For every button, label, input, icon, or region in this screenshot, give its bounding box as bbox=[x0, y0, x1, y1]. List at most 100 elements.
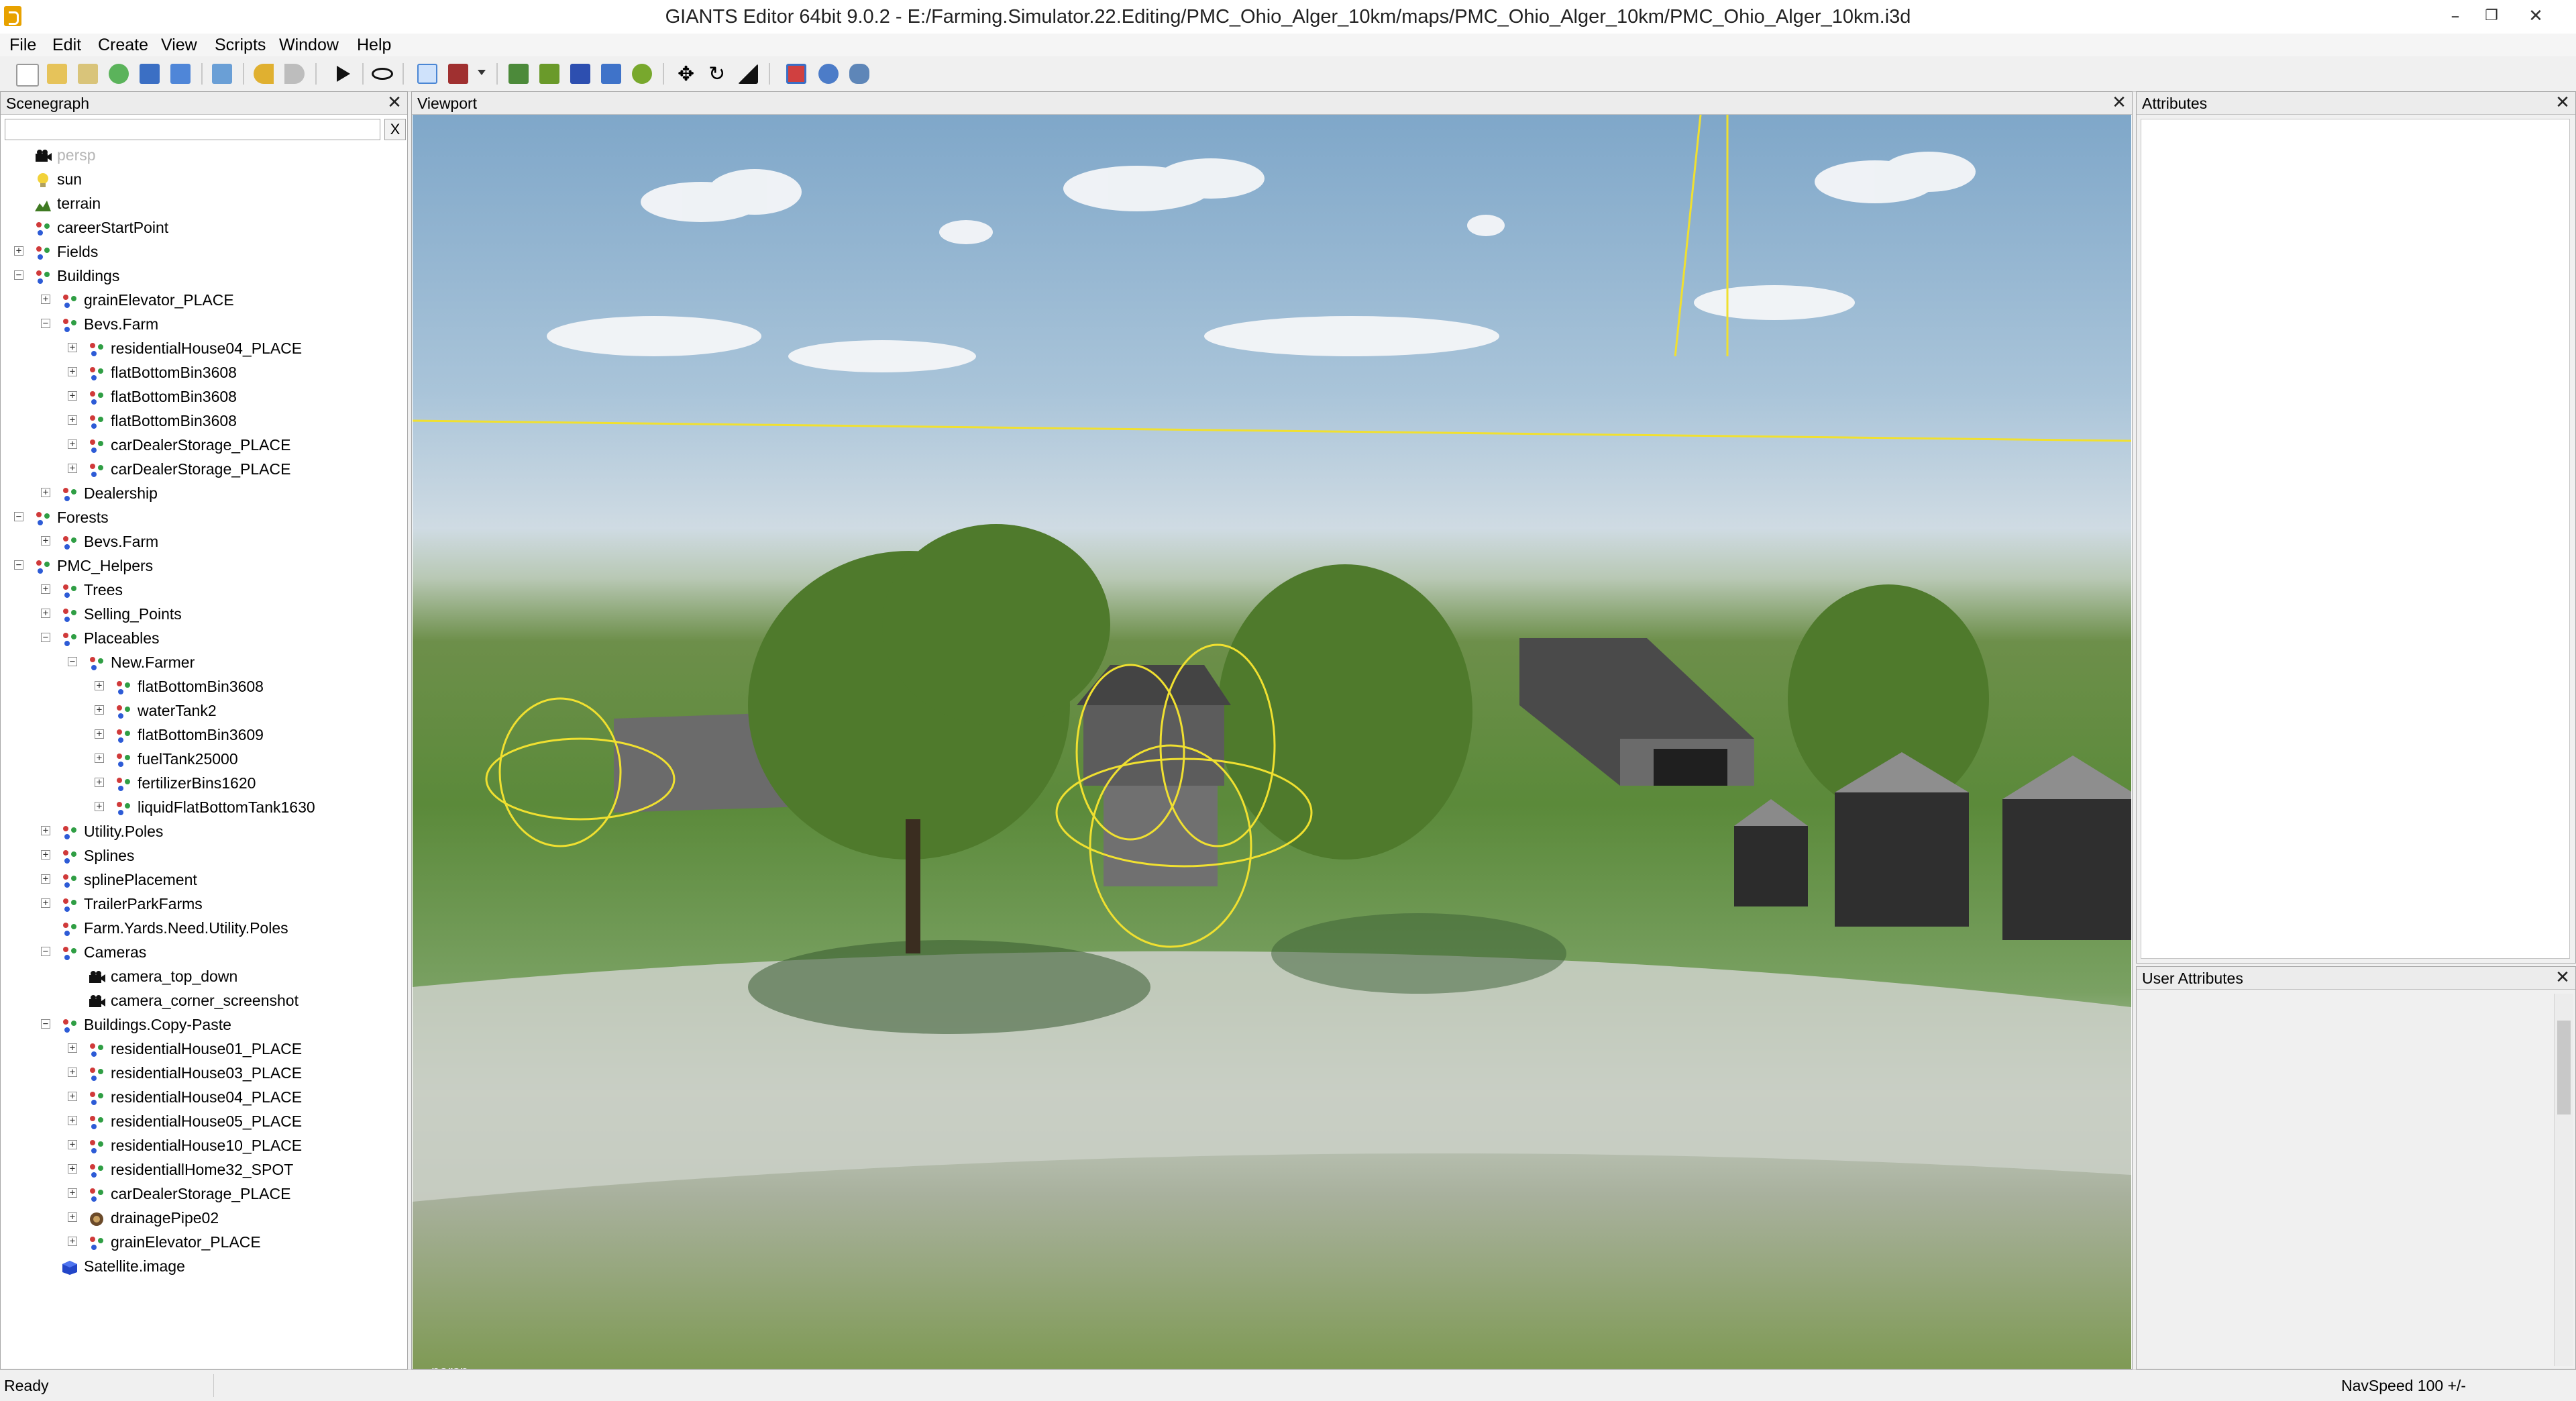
open-file-icon[interactable] bbox=[47, 64, 67, 84]
scrollbar-thumb[interactable] bbox=[2557, 1021, 2571, 1114]
material-icon[interactable] bbox=[818, 64, 839, 84]
expand-toggle[interactable]: + bbox=[14, 246, 23, 256]
expand-toggle[interactable]: + bbox=[41, 488, 50, 497]
expand-toggle[interactable]: + bbox=[68, 1212, 77, 1222]
viewport-3d-scene[interactable]: persp bbox=[413, 115, 2131, 1369]
expand-toggle[interactable]: + bbox=[68, 1068, 77, 1077]
expand-toggle[interactable]: + bbox=[41, 850, 50, 860]
scale-icon[interactable] bbox=[738, 64, 758, 84]
expand-toggle[interactable]: + bbox=[68, 1140, 77, 1149]
menu-help[interactable]: Help bbox=[357, 34, 391, 56]
tree-row[interactable]: + flatBottomBin3608 bbox=[1, 409, 403, 433]
tree-row[interactable]: + fuelTank25000 bbox=[1, 747, 403, 771]
save-icon[interactable] bbox=[140, 64, 160, 84]
collapse-toggle[interactable]: − bbox=[14, 512, 23, 521]
tree-row[interactable]: − Buildings bbox=[1, 264, 403, 288]
tree-row[interactable]: − Forests bbox=[1, 505, 403, 529]
tree-row[interactable]: + residentialHouse03_PLACE bbox=[1, 1061, 403, 1085]
minimize-button[interactable]: – bbox=[2442, 4, 2469, 28]
terrain-paint-icon[interactable] bbox=[539, 64, 559, 84]
tree-row[interactable]: + residentialHouse04_PLACE bbox=[1, 336, 403, 360]
collapse-toggle[interactable]: − bbox=[14, 270, 23, 280]
undo-icon[interactable] bbox=[254, 64, 274, 84]
menu-view[interactable]: View bbox=[161, 34, 197, 56]
tree-row[interactable]: − Buildings.Copy-Paste bbox=[1, 1013, 403, 1037]
collapse-toggle[interactable]: − bbox=[68, 657, 77, 666]
viewport-close-button[interactable]: ✕ bbox=[2109, 92, 2129, 113]
tree-row[interactable]: + splinePlacement bbox=[1, 868, 403, 892]
expand-toggle[interactable]: + bbox=[68, 439, 77, 449]
save-as-icon[interactable] bbox=[170, 64, 191, 84]
tree-row[interactable]: + residentialHouse04_PLACE bbox=[1, 1085, 403, 1109]
scenegraph-close-button[interactable]: ✕ bbox=[384, 92, 405, 113]
scenegraph-clear-button[interactable]: X bbox=[384, 119, 406, 140]
restore-button[interactable]: ❐ bbox=[2478, 4, 2505, 28]
menu-file[interactable]: File bbox=[9, 34, 36, 56]
expand-toggle[interactable]: + bbox=[41, 609, 50, 618]
expand-toggle[interactable]: + bbox=[41, 826, 50, 835]
tree-row[interactable]: − Placeables bbox=[1, 626, 403, 650]
tree-paint-icon[interactable] bbox=[632, 64, 652, 84]
close-window-button[interactable]: ✕ bbox=[2522, 4, 2549, 28]
tree-row[interactable]: + flatBottomBin3608 bbox=[1, 674, 403, 698]
import-icon[interactable] bbox=[212, 64, 232, 84]
tree-row[interactable]: + flatBottomBin3608 bbox=[1, 360, 403, 384]
tree-row[interactable]: − New.Farmer bbox=[1, 650, 403, 674]
collapse-toggle[interactable]: − bbox=[14, 560, 23, 570]
tree-row[interactable]: + residentialHouse01_PLACE bbox=[1, 1037, 403, 1061]
expand-toggle[interactable]: + bbox=[68, 1092, 77, 1101]
play-icon[interactable] bbox=[337, 66, 350, 82]
expand-toggle[interactable]: + bbox=[95, 729, 104, 739]
tree-row[interactable]: + residentiallHome32_SPOT bbox=[1, 1157, 403, 1182]
expand-toggle[interactable]: + bbox=[68, 391, 77, 401]
expand-toggle[interactable]: + bbox=[41, 584, 50, 594]
tree-row[interactable]: + residentialHouse05_PLACE bbox=[1, 1109, 403, 1133]
tree-row[interactable]: + fertilizerBins1620 bbox=[1, 771, 403, 795]
expand-toggle[interactable]: + bbox=[41, 874, 50, 884]
expand-toggle[interactable]: + bbox=[95, 681, 104, 690]
rotate-icon[interactable]: ↻ bbox=[708, 64, 725, 85]
expand-toggle[interactable]: + bbox=[68, 1164, 77, 1174]
tree-row[interactable]: + Splines bbox=[1, 843, 403, 868]
collapse-toggle[interactable]: − bbox=[41, 319, 50, 328]
collapse-toggle[interactable]: − bbox=[41, 1019, 50, 1029]
menu-window[interactable]: Window bbox=[279, 34, 339, 56]
expand-toggle[interactable]: + bbox=[68, 1116, 77, 1125]
tree-row[interactable]: + residentialHouse10_PLACE bbox=[1, 1133, 403, 1157]
terrain-sculpt-icon[interactable] bbox=[508, 64, 529, 84]
tree-row[interactable]: Farm.Yards.Need.Utility.Poles bbox=[1, 916, 403, 940]
tree-row[interactable]: + grainElevator_PLACE bbox=[1, 288, 403, 312]
expand-toggle[interactable]: + bbox=[41, 898, 50, 908]
new-file-icon[interactable] bbox=[16, 64, 39, 87]
redo-icon[interactable] bbox=[284, 64, 305, 84]
expand-toggle[interactable]: + bbox=[68, 1237, 77, 1246]
menu-edit[interactable]: Edit bbox=[52, 34, 81, 56]
menu-scripts[interactable]: Scripts bbox=[215, 34, 266, 56]
tree-row[interactable]: + drainagePipe02 bbox=[1, 1206, 403, 1230]
select-icon[interactable] bbox=[417, 64, 437, 84]
user-attributes-scrollbar[interactable] bbox=[2554, 994, 2573, 1366]
tree-row[interactable]: − PMC_Helpers bbox=[1, 554, 403, 578]
expand-toggle[interactable]: + bbox=[68, 1188, 77, 1198]
shader-icon[interactable] bbox=[786, 64, 806, 84]
tree-row[interactable]: + grainElevator_PLACE bbox=[1, 1230, 403, 1254]
tree-row[interactable]: + Selling_Points bbox=[1, 602, 403, 626]
tree-row[interactable]: + flatBottomBin3609 bbox=[1, 723, 403, 747]
scenegraph-search-input[interactable] bbox=[5, 119, 380, 140]
expand-toggle[interactable]: + bbox=[41, 295, 50, 304]
tree-row[interactable]: careerStartPoint bbox=[1, 215, 403, 240]
move-icon[interactable]: ✥ bbox=[678, 64, 694, 85]
collapse-toggle[interactable]: − bbox=[41, 947, 50, 956]
settings-icon[interactable] bbox=[849, 64, 869, 84]
expand-toggle[interactable]: + bbox=[41, 536, 50, 546]
foliage-paint-icon[interactable] bbox=[570, 64, 590, 84]
tree-row[interactable]: + carDealerStorage_PLACE bbox=[1, 433, 403, 457]
reload-icon[interactable] bbox=[109, 64, 129, 84]
tree-row[interactable]: − Cameras bbox=[1, 940, 403, 964]
edit-file-icon[interactable] bbox=[78, 64, 98, 84]
expand-toggle[interactable]: + bbox=[95, 802, 104, 811]
expand-toggle[interactable]: + bbox=[95, 754, 104, 763]
paint-icon[interactable] bbox=[448, 64, 468, 84]
expand-toggle[interactable]: + bbox=[68, 415, 77, 425]
expand-toggle[interactable]: + bbox=[68, 464, 77, 473]
